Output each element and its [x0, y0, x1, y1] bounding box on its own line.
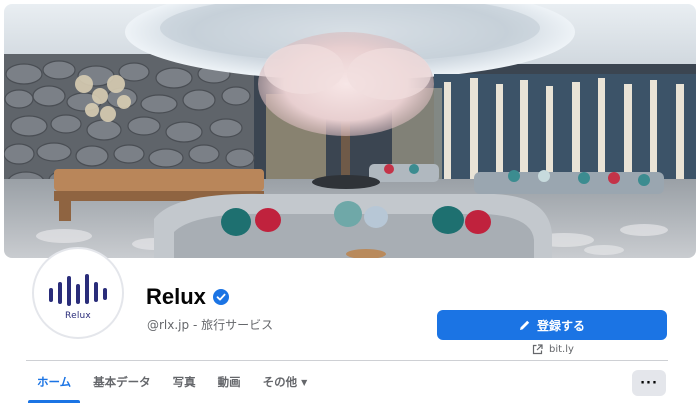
tab-videos-label: 動画 — [217, 375, 241, 389]
tab-more-label: その他 — [262, 375, 298, 389]
page-tabs: ホーム 基本データ 写真 動画 その他 ▼ — [26, 361, 318, 403]
verified-badge-icon — [212, 289, 229, 305]
page-name-row: Relux — [146, 284, 229, 310]
page-title[interactable]: Relux — [146, 284, 206, 310]
avatar-logo-text: Relux — [65, 310, 91, 321]
tab-about[interactable]: 基本データ — [82, 361, 162, 403]
cover-photo[interactable] — [4, 4, 696, 258]
relux-logo-icon — [49, 273, 107, 306]
external-link-icon — [532, 344, 543, 355]
tab-about-label: 基本データ — [93, 375, 151, 389]
page-avatar[interactable]: Relux — [32, 247, 124, 339]
ellipsis-icon: ··· — [640, 375, 658, 391]
register-button[interactable]: 登録する — [437, 310, 667, 340]
website-link-text: bit.ly — [549, 344, 574, 355]
tab-home[interactable]: ホーム — [26, 361, 82, 403]
tab-videos[interactable]: 動画 — [207, 361, 252, 403]
page-handle-category: @rlx.jp - 旅行サービス — [147, 318, 274, 332]
tab-photos-label: 写真 — [172, 375, 196, 389]
pencil-icon — [519, 320, 530, 330]
more-options-button[interactable]: ··· — [632, 370, 666, 396]
tab-more[interactable]: その他 ▼ — [252, 361, 319, 403]
website-link[interactable]: bit.ly — [532, 344, 574, 355]
caret-down-icon: ▼ — [301, 377, 308, 387]
cover-photo-image — [4, 4, 696, 258]
register-button-label: 登録する — [536, 318, 585, 333]
tab-home-label: ホーム — [37, 375, 72, 389]
tab-photos[interactable]: 写真 — [162, 361, 207, 403]
